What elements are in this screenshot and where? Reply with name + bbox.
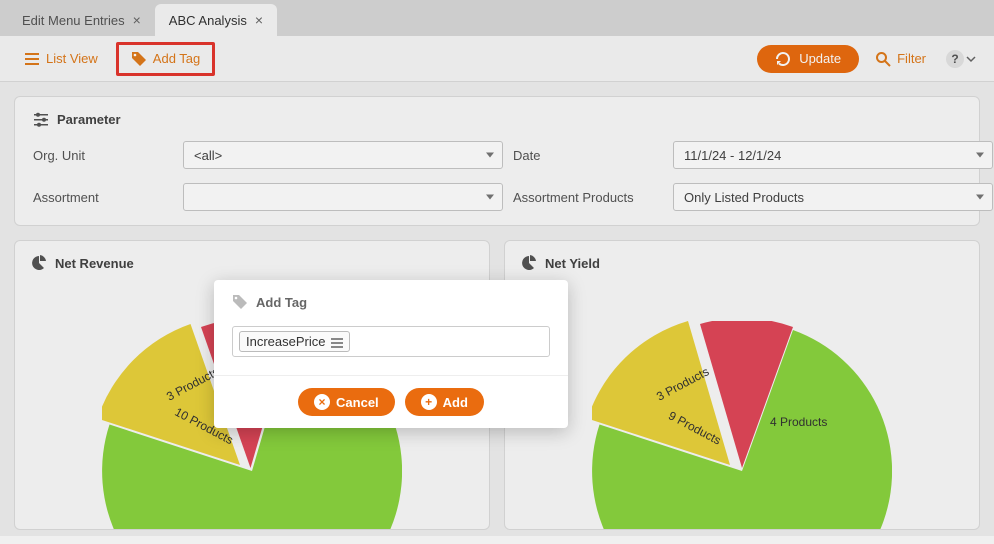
add-tag-modal: Add Tag IncreasePrice × Cancel + Add <box>214 280 568 428</box>
modal-backdrop[interactable] <box>0 0 994 536</box>
tag-icon <box>232 294 248 310</box>
tag-input[interactable]: IncreasePrice <box>232 326 550 357</box>
add-icon: + <box>421 394 437 410</box>
cancel-icon: × <box>314 394 330 410</box>
menu-lines-icon <box>331 337 343 347</box>
modal-header: Add Tag <box>214 280 568 320</box>
modal-title: Add Tag <box>256 295 307 310</box>
add-button[interactable]: + Add <box>405 388 484 416</box>
tag-chip-label: IncreasePrice <box>246 334 325 349</box>
modal-footer: × Cancel + Add <box>214 375 568 428</box>
cancel-label: Cancel <box>336 395 379 410</box>
cancel-button[interactable]: × Cancel <box>298 388 395 416</box>
add-label: Add <box>443 395 468 410</box>
tag-chip[interactable]: IncreasePrice <box>239 331 350 352</box>
